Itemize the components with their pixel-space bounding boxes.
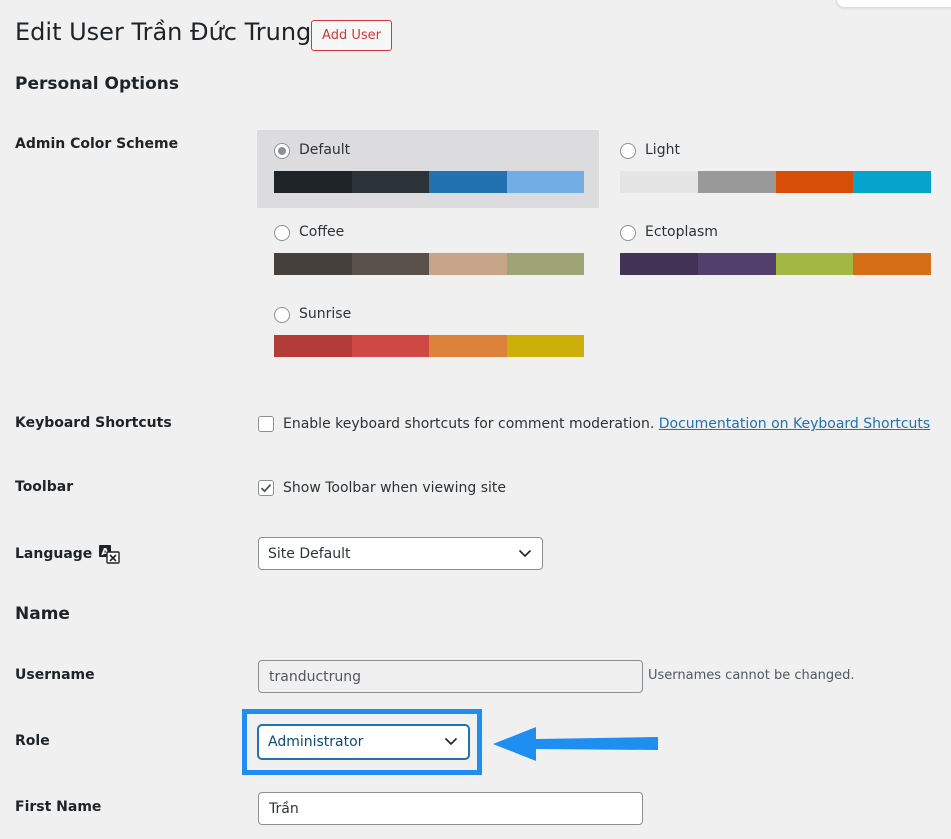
swatch: [853, 253, 931, 275]
swatches-coffee: [274, 253, 584, 275]
swatches-light: [620, 171, 931, 193]
page-title: Edit User Trần Đức Trung: [15, 18, 312, 46]
radio-light[interactable]: [620, 143, 636, 159]
swatch: [697, 253, 776, 275]
swatch: [274, 253, 352, 275]
swatches-default: [274, 171, 584, 193]
username-input[interactable]: tranductrung: [258, 660, 643, 693]
role-select-value: Administrator: [268, 734, 364, 750]
scheme-label-coffee: Coffee: [299, 224, 345, 240]
keyboard-shortcuts-label: Keyboard Shortcuts: [15, 415, 172, 431]
swatch: [429, 171, 507, 193]
admin-color-scheme-label: Admin Color Scheme: [15, 136, 179, 152]
language-select[interactable]: Site Default: [258, 537, 543, 570]
swatch: [274, 171, 352, 193]
swatch: [351, 171, 429, 193]
swatch: [506, 171, 584, 193]
keyboard-shortcuts-option: Enable keyboard shortcuts for comment mo…: [283, 416, 930, 432]
first-name-value: Trần: [269, 800, 299, 817]
first-name-input[interactable]: Trần: [258, 792, 643, 825]
swatch: [506, 335, 584, 357]
swatch: [351, 335, 429, 357]
language-label: Language: [15, 546, 93, 562]
radio-default[interactable]: [274, 143, 290, 159]
toolbar-label: Toolbar: [15, 479, 74, 495]
first-name-label: First Name: [15, 799, 102, 815]
add-user-button[interactable]: Add User: [311, 20, 392, 51]
chevron-down-icon: [444, 737, 458, 746]
role-select[interactable]: Administrator: [258, 725, 469, 759]
scheme-label-sunrise: Sunrise: [299, 306, 352, 322]
swatch: [775, 171, 854, 193]
username-description: Usernames cannot be changed.: [648, 668, 855, 683]
swatch: [351, 253, 429, 275]
color-scheme-coffee[interactable]: Coffee: [257, 212, 599, 290]
keyboard-shortcuts-text: Enable keyboard shortcuts for comment mo…: [283, 416, 655, 432]
swatch: [775, 253, 854, 275]
swatch: [620, 171, 698, 193]
section-title-name: Name: [15, 604, 70, 624]
language-select-value: Site Default: [268, 545, 351, 562]
radio-ectoplasm[interactable]: [620, 225, 636, 241]
language-label-row: Language A: [15, 544, 120, 564]
scheme-label-default: Default: [299, 142, 351, 158]
swatch: [429, 335, 507, 357]
color-scheme-default[interactable]: Default: [257, 130, 599, 208]
checkmark-icon: [260, 484, 272, 493]
annotation-arrow-icon: [493, 727, 658, 761]
keyboard-shortcuts-doc-link[interactable]: Documentation on Keyboard Shortcuts: [659, 416, 930, 432]
swatch: [506, 253, 584, 275]
color-scheme-sunrise[interactable]: Sunrise: [257, 294, 599, 372]
radio-coffee[interactable]: [274, 225, 290, 241]
swatch: [429, 253, 507, 275]
chevron-down-icon: [518, 549, 532, 557]
color-scheme-ectoplasm[interactable]: Ectoplasm: [603, 212, 945, 290]
swatch: [697, 171, 776, 193]
scheme-label-light: Light: [645, 142, 680, 158]
swatch: [274, 335, 352, 357]
swatches-ectoplasm: [620, 253, 931, 275]
swatch: [620, 253, 698, 275]
top-right-panel-edge: [836, 0, 951, 8]
section-title-personal-options: Personal Options: [15, 74, 179, 94]
role-label: Role: [15, 733, 50, 749]
username-label: Username: [15, 667, 95, 683]
radio-sunrise[interactable]: [274, 307, 290, 323]
username-value: tranductrung: [269, 668, 362, 685]
scheme-label-ectoplasm: Ectoplasm: [645, 224, 718, 240]
color-scheme-light[interactable]: Light: [603, 130, 945, 208]
keyboard-shortcuts-checkbox[interactable]: [258, 416, 274, 432]
toolbar-checkbox[interactable]: [258, 480, 274, 496]
toolbar-option-text: Show Toolbar when viewing site: [283, 480, 506, 496]
swatch: [853, 171, 931, 193]
swatches-sunrise: [274, 335, 584, 357]
translation-icon: A: [99, 545, 120, 564]
